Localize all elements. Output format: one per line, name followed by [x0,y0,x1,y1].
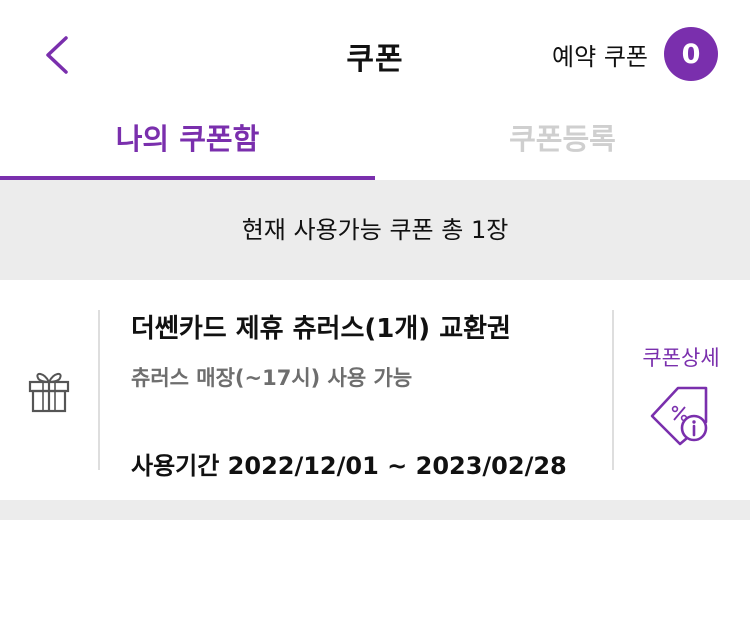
coupon-name: 더쎈카드 제휴 츄러스(1개) 교환권 [131,314,511,344]
tab-my-coupons[interactable]: 나의 쿠폰함 [0,110,375,180]
coupon-divider-right [612,310,614,470]
coupon-tag-info-icon [650,386,708,446]
tab-coupon-register[interactable]: 쿠폰등록 [375,110,750,180]
coupon-validity-period: 사용기간 2022/12/01 ~ 2023/02/28 [131,452,567,480]
reserve-coupon-button[interactable]: 예약 쿠폰 0 [552,27,718,81]
tab-bar: 나의 쿠폰함 쿠폰등록 [0,110,750,180]
bottom-separator [0,500,750,520]
coupon-detail-button[interactable]: 쿠폰상세 [622,342,740,448]
gift-icon [28,372,70,413]
app-header: 쿠폰 예약 쿠폰 0 [0,0,750,110]
coupon-detail-label: 쿠폰상세 [642,346,720,370]
reserve-coupon-label: 예약 쿠폰 [552,42,648,71]
reserve-coupon-count-badge: 0 [664,27,718,81]
coupon-description: 츄러스 매장(~17시) 사용 가능 [131,366,413,390]
coupon-divider-left [98,310,100,470]
available-coupon-summary: 현재 사용가능 쿠폰 총 1장 [0,180,750,280]
